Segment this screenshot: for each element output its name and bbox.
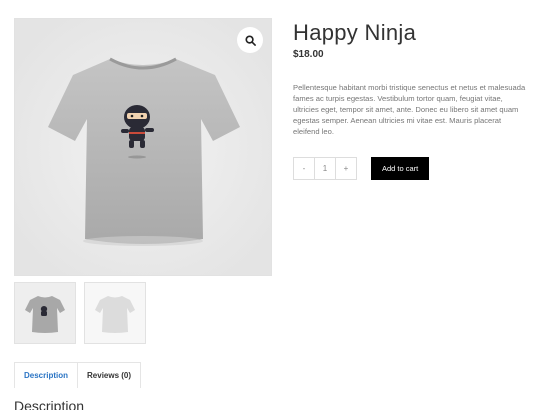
product-tabs: Description Reviews (0) bbox=[14, 362, 142, 388]
thumbnail-plain-shirt[interactable] bbox=[84, 282, 146, 344]
thumbnail-strip bbox=[14, 282, 272, 344]
product-gallery bbox=[14, 18, 272, 344]
tshirt-thumbnail-image bbox=[25, 296, 65, 333]
product-title: Happy Ninja bbox=[293, 20, 417, 45]
product-short-description: Pellentesque habitant morbi tristique se… bbox=[293, 83, 526, 136]
zoom-button[interactable] bbox=[237, 27, 263, 53]
add-to-cart-form: - 1 + Add to cart bbox=[293, 157, 529, 180]
tab-reviews[interactable]: Reviews (0) bbox=[78, 362, 142, 388]
quantity-decrease-button[interactable]: - bbox=[294, 158, 314, 179]
description-heading: Description bbox=[14, 398, 85, 410]
quantity-increase-button[interactable]: + bbox=[336, 158, 356, 179]
tab-description[interactable]: Description bbox=[14, 362, 79, 388]
product-main-image[interactable] bbox=[14, 18, 272, 276]
thumbnail-ninja-shirt[interactable] bbox=[14, 282, 76, 344]
tshirt-image bbox=[15, 19, 271, 275]
product-summary: Happy Ninja $18.00 Pellentesque habitant… bbox=[293, 20, 529, 180]
add-to-cart-button[interactable]: Add to cart bbox=[371, 157, 430, 180]
quantity-stepper: - 1 + bbox=[293, 157, 357, 180]
tshirt-thumbnail-image bbox=[95, 296, 135, 333]
search-icon bbox=[244, 34, 256, 46]
quantity-input[interactable]: 1 bbox=[314, 158, 336, 179]
product-price: $18.00 bbox=[293, 49, 324, 60]
